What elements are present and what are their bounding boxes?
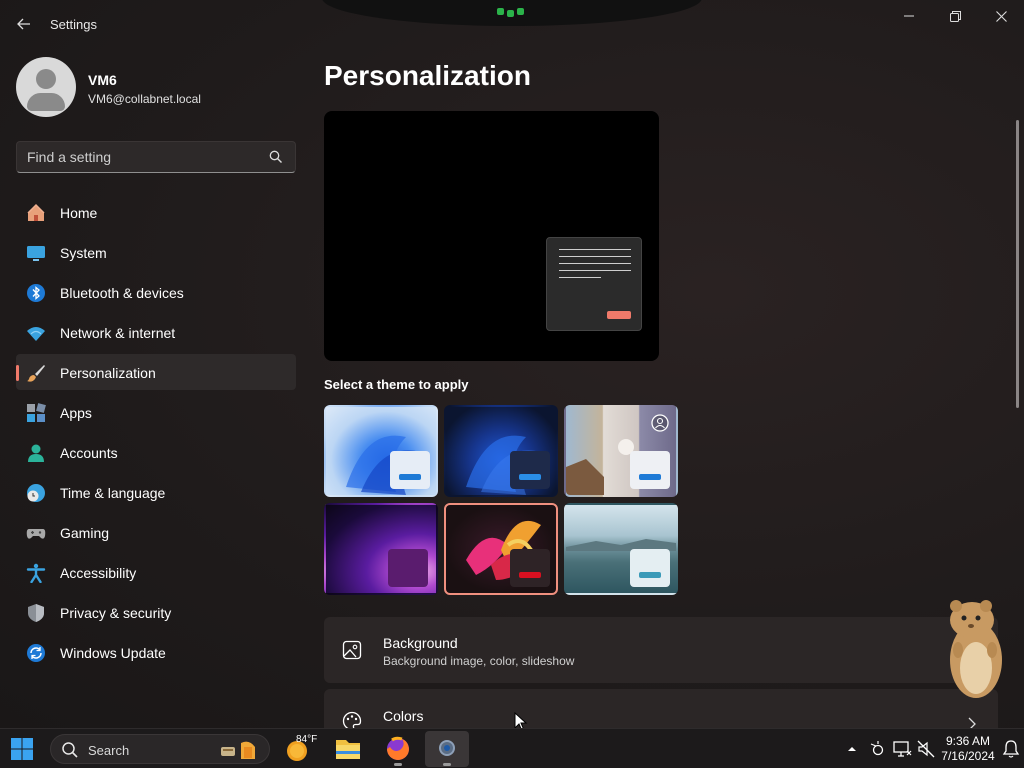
sidebar-item-label: Home [60, 205, 98, 221]
sidebar-nav: Home System Bluetooth & devices Network … [16, 194, 296, 674]
sidebar-item-label: Time & language [60, 485, 166, 501]
taskbar-file-explorer[interactable] [326, 731, 370, 767]
close-button[interactable] [978, 0, 1024, 32]
sidebar-item-label: Gaming [60, 525, 110, 541]
taskbar-settings[interactable] [425, 731, 469, 767]
sidebar-item-privacy[interactable]: Privacy & security [16, 594, 296, 630]
palette-icon [342, 711, 362, 728]
mouse-cursor-icon [514, 712, 528, 728]
sidebar-item-label: Network & internet [60, 325, 176, 341]
sidebar-item-network[interactable]: Network & internet [16, 314, 296, 350]
theme-windows-dark[interactable] [444, 405, 558, 497]
chevron-up-icon[interactable] [845, 739, 859, 759]
close-icon [995, 10, 1007, 22]
theme-spotlight[interactable] [564, 405, 678, 497]
clock-date: 7/16/2024 [941, 749, 995, 763]
theme-glow[interactable] [324, 503, 438, 595]
colors-setting-row[interactable]: Colors [324, 689, 998, 728]
restore-icon [949, 10, 961, 22]
sidebar-item-label: System [60, 245, 107, 261]
sidebar-item-home[interactable]: Home [16, 194, 296, 230]
clock-globe-icon [27, 484, 45, 502]
minimize-button[interactable] [886, 0, 932, 32]
restore-button[interactable] [932, 0, 978, 32]
minimize-icon [904, 15, 914, 17]
shield-icon [28, 604, 44, 622]
sidebar-item-label: Bluetooth & devices [60, 285, 184, 301]
firefox-icon [387, 736, 409, 760]
monitor-icon [27, 246, 45, 261]
theme-flow[interactable] [564, 503, 678, 595]
theme-windows-light[interactable] [324, 405, 438, 497]
volume-muted-icon[interactable] [916, 739, 936, 759]
sidebar-item-label: Windows Update [60, 645, 166, 661]
back-button[interactable] [12, 12, 36, 36]
sidebar-item-label: Apps [60, 405, 92, 421]
search-highlight-icon [221, 741, 255, 759]
taskbar-firefox[interactable] [376, 731, 420, 767]
sidebar-item-accessibility[interactable]: Accessibility [16, 554, 296, 590]
sidebar-item-bluetooth[interactable]: Bluetooth & devices [16, 274, 296, 310]
background-setting-row[interactable]: Background Background image, color, slid… [324, 617, 998, 683]
sidebar-item-label: Privacy & security [60, 605, 172, 621]
search-input[interactable] [27, 147, 267, 167]
row-subtitle: Background image, color, slideshow [383, 654, 575, 668]
taskbar-search[interactable]: Search [50, 734, 270, 764]
person-icon [28, 444, 44, 462]
preview-window [546, 237, 642, 331]
bluetooth-icon [27, 284, 45, 302]
sidebar-item-windows-update[interactable]: Windows Update [16, 634, 296, 670]
wifi-icon [27, 327, 45, 341]
sidebar-item-gaming[interactable]: Gaming [16, 514, 296, 550]
app-title: Settings [50, 17, 97, 32]
settings-icon [439, 740, 455, 756]
page-title: Personalization [324, 60, 531, 91]
image-icon [342, 640, 362, 660]
search-icon [62, 742, 78, 758]
back-arrow-icon [17, 18, 30, 30]
sidebar-item-system[interactable]: System [16, 234, 296, 270]
apps-icon [27, 403, 46, 422]
scrollbar[interactable] [1016, 120, 1019, 408]
gamepad-icon [26, 529, 46, 539]
theme-grid [324, 405, 684, 599]
sidebar-item-label: Personalization [60, 365, 156, 381]
user-name: VM6 [88, 72, 117, 88]
sidebar-item-accounts[interactable]: Accounts [16, 434, 296, 470]
search-icon[interactable] [269, 150, 283, 164]
taskbar-search-label: Search [88, 743, 130, 758]
avatar[interactable] [16, 57, 76, 117]
file-explorer-icon [336, 740, 360, 759]
sidebar-item-apps[interactable]: Apps [16, 394, 296, 430]
row-title: Colors [383, 708, 424, 724]
row-title: Background [383, 635, 458, 651]
theme-captured-motion[interactable] [444, 503, 558, 595]
update-icon [27, 644, 45, 662]
location-settings-icon[interactable] [868, 739, 888, 759]
sidebar-item-time-language[interactable]: Time & language [16, 474, 296, 510]
paintbrush-icon [27, 365, 45, 382]
taskbar: Search 84°F 9:36 AM 7/16/2024 [0, 728, 1024, 768]
sidebar-item-label: Accounts [60, 445, 118, 461]
clock-time: 9:36 AM [945, 734, 991, 748]
user-email: VM6@collabnet.local [88, 92, 201, 106]
theme-preview [324, 111, 659, 361]
weather-temperature: 84°F [296, 734, 318, 745]
theme-heading: Select a theme to apply [324, 377, 469, 392]
sidebar-item-personalization[interactable]: Personalization [16, 354, 296, 390]
accessibility-icon [26, 563, 46, 583]
clock[interactable]: 9:36 AM 7/16/2024 [940, 734, 996, 764]
sidebar-item-label: Accessibility [60, 565, 137, 581]
chevron-right-icon [968, 717, 976, 728]
windows-start-icon[interactable] [11, 738, 33, 760]
network-icon[interactable] [892, 739, 912, 759]
title-bar: Settings [0, 0, 1024, 48]
spotlight-badge-icon [651, 414, 669, 432]
search-box[interactable] [16, 141, 296, 173]
preview-accent-button [607, 311, 631, 319]
home-icon [27, 203, 45, 221]
hamster-sticker-icon [950, 600, 1002, 698]
settings-window: Settings VM6 VM6@collabnet.local Home Sy… [0, 0, 1024, 728]
notification-bell-icon[interactable] [1002, 739, 1020, 759]
